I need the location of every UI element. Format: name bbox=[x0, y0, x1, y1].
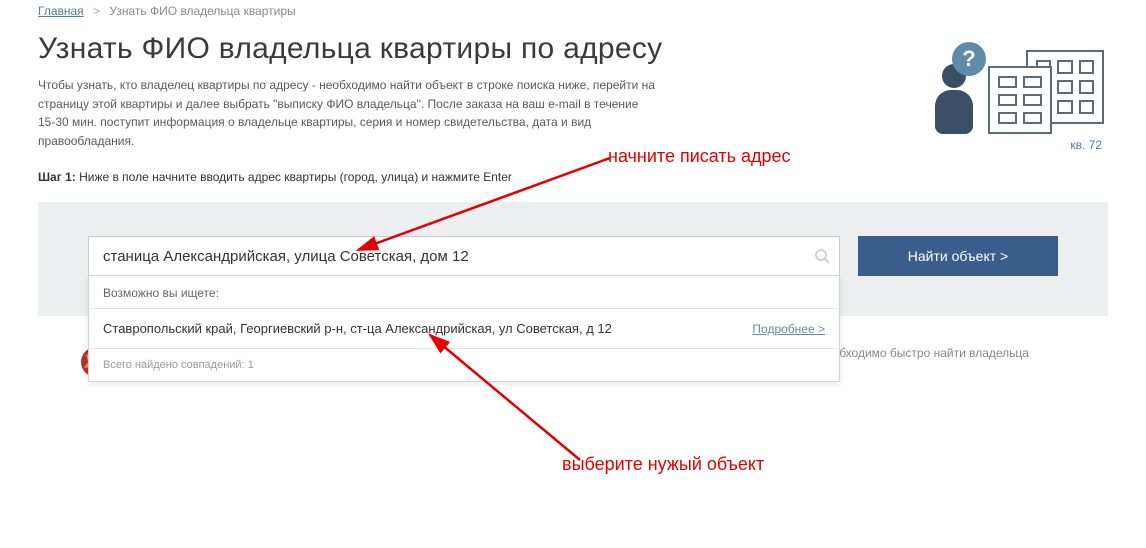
step-label: Шаг 1: bbox=[38, 170, 76, 184]
intro-text: Чтобы узнать, кто владелец квартиры по а… bbox=[38, 76, 658, 150]
page-title: Узнать ФИО владельца квартиры по адресу bbox=[38, 32, 738, 66]
annotation-select-object: выберите нужый объект bbox=[562, 454, 764, 475]
header-illustration: ? кв. 72 bbox=[908, 22, 1108, 162]
breadcrumb-home[interactable]: Главная bbox=[38, 4, 84, 18]
find-button[interactable]: Найти объект > bbox=[858, 236, 1058, 276]
suggest-dropdown: Возможно вы ищете: Ставропольский край, … bbox=[88, 275, 840, 382]
person-icon bbox=[930, 64, 978, 144]
question-icon: ? bbox=[952, 42, 986, 76]
address-input[interactable] bbox=[88, 236, 840, 276]
suggest-header: Возможно вы ищете: bbox=[89, 276, 839, 309]
breadcrumb-separator: > bbox=[93, 4, 100, 18]
apartment-label: кв. 72 bbox=[1070, 138, 1102, 152]
breadcrumb-current: Узнать ФИО владельца квартиры bbox=[109, 4, 295, 18]
building-icon-2 bbox=[988, 66, 1052, 134]
suggest-item[interactable]: Ставропольский край, Георгиевский р-н, с… bbox=[89, 309, 839, 349]
suggest-more-link[interactable]: Подробнее > bbox=[752, 322, 825, 336]
step-1: Шаг 1: Ниже в поле начните вводить адрес… bbox=[38, 170, 738, 184]
step-text: Ниже в поле начните вводить адрес кварти… bbox=[76, 170, 512, 184]
suggest-footer: Всего найдено совпадений: 1 bbox=[89, 349, 839, 381]
search-icon bbox=[814, 248, 830, 264]
suggest-item-text: Ставропольский край, Георгиевский р-н, с… bbox=[103, 321, 612, 336]
search-panel: Найти объект > Возможно вы ищете: Ставро… bbox=[38, 202, 1108, 316]
